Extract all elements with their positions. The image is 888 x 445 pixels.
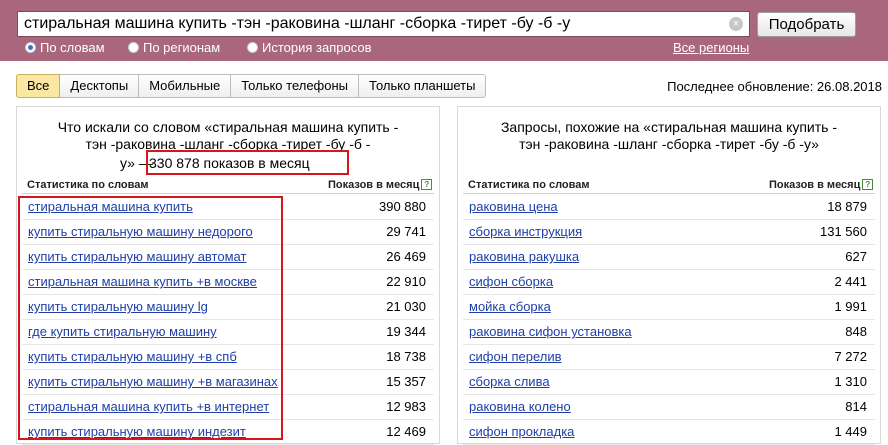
last-updated: Последнее обновление: 26.08.2018: [667, 79, 882, 94]
right-panel-title: Запросы, похожие на «стиральная машина к…: [458, 119, 880, 153]
table-row: сифон прокладка 1 449: [463, 420, 875, 445]
right-title-line2: тэн -раковина -шланг -сборка -тирет -бу …: [519, 136, 819, 152]
all-regions-link[interactable]: Все регионы: [673, 40, 749, 56]
radio-history[interactable]: [247, 42, 258, 53]
shows-count: 29 741: [386, 224, 426, 239]
table-row: сифон сборка 2 441: [463, 270, 875, 295]
keyword-link[interactable]: сифон перелив: [469, 349, 562, 365]
shows-count: 131 560: [820, 224, 867, 239]
search-input[interactable]: стиральная машина купить -тэн -раковина …: [17, 11, 750, 37]
table-row: мойка сборка 1 991: [463, 295, 875, 320]
shows-count: 1 310: [834, 374, 867, 389]
right-header-divider: [463, 193, 875, 194]
shows-count: 390 880: [379, 199, 426, 214]
shows-count: 19 344: [386, 324, 426, 339]
left-col-word: Статистика по словам: [27, 179, 149, 191]
shows-count: 22 910: [386, 274, 426, 289]
keyword-link[interactable]: сифон сборка: [469, 274, 553, 290]
keyword-link[interactable]: раковина цена: [469, 199, 558, 215]
table-row: раковина колено 814: [463, 395, 875, 420]
clear-icon[interactable]: ×: [729, 17, 743, 31]
annotation-box-keywords: [18, 196, 283, 440]
keyword-link[interactable]: сборка инструкция: [469, 224, 582, 240]
keyword-link[interactable]: сифон прокладка: [469, 424, 574, 440]
annotation-box-total: [146, 150, 349, 175]
shows-count: 21 030: [386, 299, 426, 314]
shows-count: 26 469: [386, 249, 426, 264]
radio-label-history[interactable]: История запросов: [262, 40, 372, 56]
radio-by-words[interactable]: [25, 42, 36, 53]
radio-label-by-words[interactable]: По словам: [40, 40, 105, 56]
right-title-line1: Запросы, похожие на «стиральная машина к…: [500, 119, 838, 135]
radio-label-by-regions[interactable]: По регионам: [143, 40, 220, 56]
tab-all[interactable]: Все: [16, 74, 61, 98]
shows-count: 12 983: [386, 399, 426, 414]
right-col-shows-label: Показов в месяц: [769, 179, 861, 191]
shows-count: 627: [845, 249, 867, 264]
shows-count: 1 991: [834, 299, 867, 314]
shows-count: 848: [845, 324, 867, 339]
right-col-word: Статистика по словам: [468, 179, 590, 191]
table-row: раковина цена 18 879: [463, 195, 875, 220]
keyword-link[interactable]: раковина колено: [469, 399, 571, 415]
tab-phones-only[interactable]: Только телефоны: [231, 74, 360, 98]
left-header-divider: [22, 193, 434, 194]
keyword-link[interactable]: сборка слива: [469, 374, 550, 390]
shows-count: 15 357: [386, 374, 426, 389]
shows-count: 18 879: [827, 199, 867, 214]
shows-count: 7 272: [834, 349, 867, 364]
left-col-shows: Показов в месяц?: [328, 178, 433, 192]
tab-tablets-only[interactable]: Только планшеты: [359, 74, 487, 98]
shows-count: 12 469: [386, 424, 426, 439]
help-icon[interactable]: ?: [862, 179, 874, 190]
shows-count: 814: [845, 399, 867, 414]
table-row: раковина сифон установка 848: [463, 320, 875, 345]
shows-count: 2 441: [834, 274, 867, 289]
submit-button[interactable]: Подобрать: [757, 12, 856, 37]
shows-count: 1 449: [834, 424, 867, 439]
device-tabs: Все Десктопы Мобильные Только телефоны Т…: [16, 74, 487, 98]
tab-mobile[interactable]: Мобильные: [139, 74, 232, 98]
keyword-link[interactable]: раковина сифон установка: [469, 324, 632, 340]
keyword-link[interactable]: раковина ракушка: [469, 249, 579, 265]
table-row: раковина ракушка 627: [463, 245, 875, 270]
right-col-shows: Показов в месяц?: [769, 178, 874, 192]
shows-count: 18 738: [386, 349, 426, 364]
help-icon[interactable]: ?: [421, 179, 433, 190]
table-row: сборка слива 1 310: [463, 370, 875, 395]
table-row: сборка инструкция 131 560: [463, 220, 875, 245]
left-title-line1: Что искали со словом «стиральная машина …: [57, 119, 399, 135]
radio-by-regions[interactable]: [128, 42, 139, 53]
left-col-shows-label: Показов в месяц: [328, 179, 420, 191]
tab-desktops[interactable]: Десктопы: [60, 74, 140, 98]
keyword-link[interactable]: мойка сборка: [469, 299, 551, 315]
table-row: сифон перелив 7 272: [463, 345, 875, 370]
